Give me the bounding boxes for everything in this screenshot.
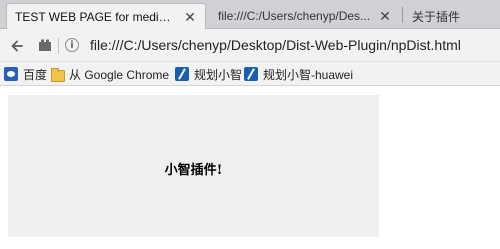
folder-icon: [50, 67, 65, 82]
tab-separator: [402, 7, 403, 23]
close-tab-icon[interactable]: ✕: [183, 10, 197, 24]
bookmark-label: 规划小智: [194, 67, 243, 82]
back-button[interactable]: [6, 35, 28, 57]
plugin-text: 小智插件!: [164, 163, 223, 178]
tab-strip: TEST WEB PAGE for media ... ✕ file:///C:…: [0, 0, 500, 30]
page-content: 小智插件!: [0, 87, 500, 249]
bookmark-guihua-xiaozhi[interactable]: 规划小智: [175, 65, 242, 83]
tab-title: file:///C:/Users/chenyp/Des...: [218, 9, 371, 23]
tab-title: TEST WEB PAGE for media ...: [15, 10, 177, 24]
bookmarks-bar: 百度 从 Google Chrome 规划小智 规划小智-huawei: [0, 62, 500, 86]
baidu-paw-icon: [4, 67, 18, 81]
address-bar-url[interactable]: file:///C:/Users/chenyp/Desktop/Dist-Web…: [90, 37, 461, 53]
bookmark-folder-google-chrome[interactable]: 从 Google Chrome: [50, 65, 169, 83]
browser-window: TEST WEB PAGE for media ... ✕ file:///C:…: [0, 0, 500, 249]
tab-title: 关于插件: [412, 9, 461, 24]
plugin-embed[interactable]: 小智插件!: [8, 95, 379, 237]
tab-npdist-file[interactable]: file:///C:/Users/chenyp/Des... ✕: [210, 3, 400, 29]
tab-test-web-page[interactable]: TEST WEB PAGE for media ... ✕: [6, 3, 206, 30]
bookmark-label: 从 Google Chrome: [69, 67, 170, 82]
address-separator: [58, 38, 59, 54]
back-arrow-icon: [11, 40, 23, 52]
bookmark-label: 规划小智-huawei: [263, 67, 354, 82]
bookmark-label: 百度: [23, 67, 48, 82]
bookmark-baidu[interactable]: 百度: [4, 65, 47, 83]
bookmark-guihua-xiaozhi-huawei[interactable]: 规划小智-huawei: [244, 65, 353, 83]
toolbar: i file:///C:/Users/chenyp/Desktop/Dist-W…: [0, 29, 500, 62]
bookmark-pen-icon: [175, 67, 189, 81]
close-tab-icon[interactable]: ✕: [378, 9, 392, 23]
bookmark-pen-icon: [244, 67, 258, 81]
page-icon[interactable]: [38, 39, 52, 52]
tab-about-plugins[interactable]: 关于插件: [404, 3, 500, 29]
info-icon[interactable]: i: [65, 38, 79, 52]
